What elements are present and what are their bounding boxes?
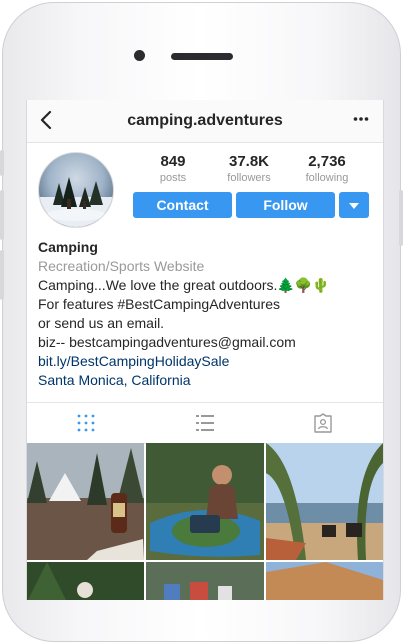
- front-camera: [134, 50, 145, 61]
- post-thumbnail[interactable]: [27, 443, 144, 560]
- location-link[interactable]: Santa Monica, California: [38, 371, 378, 390]
- followers-stat[interactable]: 37.8K followers: [209, 153, 289, 185]
- post-thumbnail[interactable]: [266, 562, 383, 600]
- follow-button[interactable]: Follow: [236, 192, 335, 218]
- power-button: [399, 190, 403, 246]
- suggested-dropdown-button[interactable]: [339, 192, 369, 218]
- bio-line: or send us an email.: [38, 315, 165, 331]
- profile-bio: Camping Recreation/Sports Website Campin…: [38, 238, 378, 390]
- following-count: 2,736: [308, 153, 346, 170]
- volume-button: [0, 150, 4, 176]
- profile-username: camping.adventures: [127, 112, 283, 129]
- post-thumbnail[interactable]: [146, 562, 264, 600]
- photo-grid: [27, 443, 383, 600]
- followers-count: 37.8K: [228, 153, 270, 170]
- profile-avatar[interactable]: [38, 152, 114, 228]
- profile-tab-bar: [27, 402, 383, 444]
- bio-line: Camping...We love the great outdoors.🌲🌳🌵: [38, 277, 330, 293]
- website-link[interactable]: bit.ly/BestCampingHolidaySale: [38, 352, 378, 371]
- posts-label: posts: [159, 172, 187, 184]
- posts-stat[interactable]: 849 posts: [133, 153, 213, 185]
- volume-button: [0, 190, 4, 240]
- tagged-photos-icon[interactable]: [313, 413, 333, 433]
- following-stat[interactable]: 2,736 following: [287, 153, 367, 185]
- following-label: following: [305, 172, 349, 184]
- phone-frame: camping.adventures 849 posts 37.8K follo…: [0, 0, 403, 642]
- earpiece-speaker: [171, 53, 233, 60]
- nav-bar: camping.adventures: [27, 100, 383, 143]
- list-icon[interactable]: [195, 413, 215, 433]
- bio-line: For features #BestCampingAdventures: [38, 296, 281, 312]
- posts-count: 849: [160, 153, 186, 170]
- post-thumbnail[interactable]: [27, 562, 144, 600]
- volume-button: [0, 250, 4, 300]
- bio-line: biz-- bestcampingadventures@gmail.com: [38, 334, 296, 350]
- screen: camping.adventures 849 posts 37.8K follo…: [26, 100, 384, 600]
- profile-name: Camping: [38, 239, 98, 255]
- followers-label: followers: [227, 172, 271, 184]
- post-thumbnail[interactable]: [266, 443, 383, 560]
- contact-button[interactable]: Contact: [133, 192, 232, 218]
- more-options-icon[interactable]: [353, 111, 369, 132]
- profile-stats: 849 posts 37.8K followers 2,736 followin…: [133, 153, 373, 187]
- post-thumbnail[interactable]: [146, 443, 264, 560]
- chevron-down-icon: [349, 197, 359, 213]
- profile-category: Recreation/Sports Website: [38, 258, 205, 274]
- grid-icon[interactable]: [76, 413, 96, 433]
